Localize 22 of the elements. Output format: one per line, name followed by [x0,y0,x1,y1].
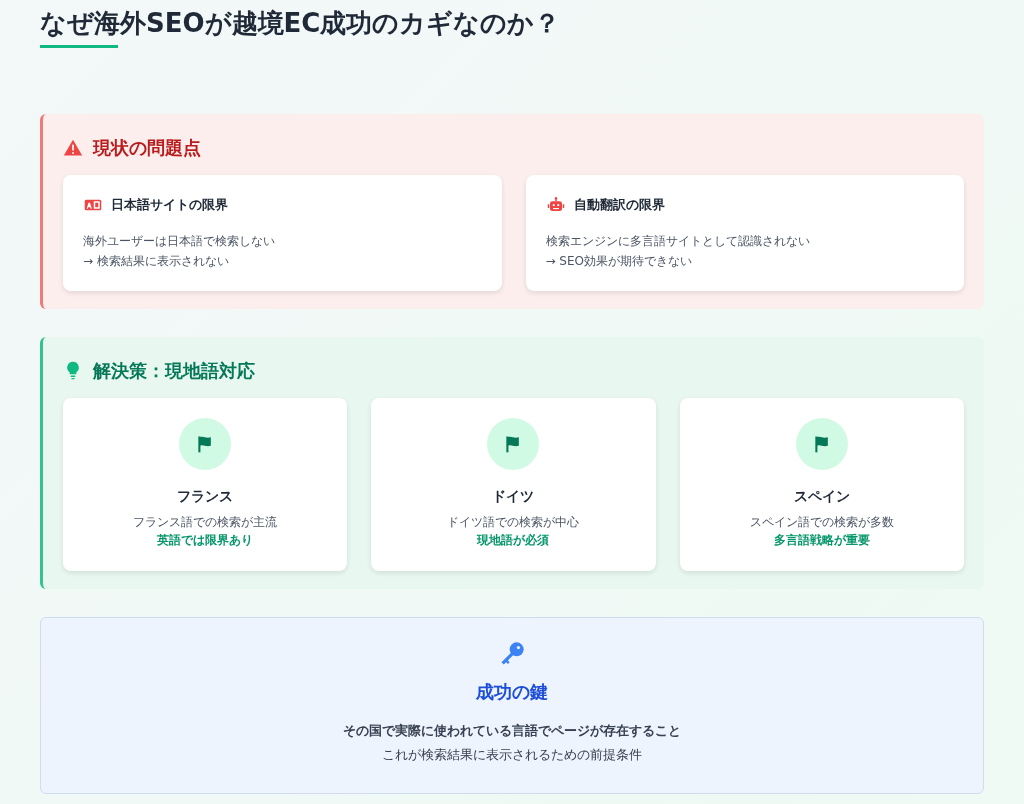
country-note: 英語では限界あり [156,531,255,549]
country-description: フランス語での検索が主流 [132,513,279,531]
card-title: 自動翻訳の限界 [573,196,665,215]
section-heading: 現状の問題点 [93,136,201,161]
country-note: 現地語が必須 [475,531,551,549]
country-note: 多言語戦略が重要 [772,531,871,549]
key-text: その国で実際に使われている言語でページが存在すること [342,721,682,740]
card-text: 検索エンジンに多言語サイトとして認識されない [545,232,811,250]
country-name: ドイツ [491,486,536,506]
card-text: 海外ユーザーは日本語で検索しない [83,232,276,250]
section-heading: 解決策：現地語対応 [93,358,255,383]
key-heading: 成功の鍵 [475,679,549,704]
country-description: スペイン語での検索が多数 [748,513,895,531]
country-description: ドイツ語での検索が中心 [446,513,581,531]
card-title: 日本語サイトの限界 [111,196,228,215]
card-text: → SEO効果が期待できない [545,252,693,270]
key-text: これが検索結果に表示されるための前提条件 [381,745,643,764]
country-name: スペイン [792,486,851,506]
country-name: フランス [176,486,235,506]
page-title: なぜ海外SEOが越境EC成功のカギなのか？ [40,8,561,40]
robot-icon [545,195,566,214]
card-text: → 検索結果に表示されない [83,252,230,270]
